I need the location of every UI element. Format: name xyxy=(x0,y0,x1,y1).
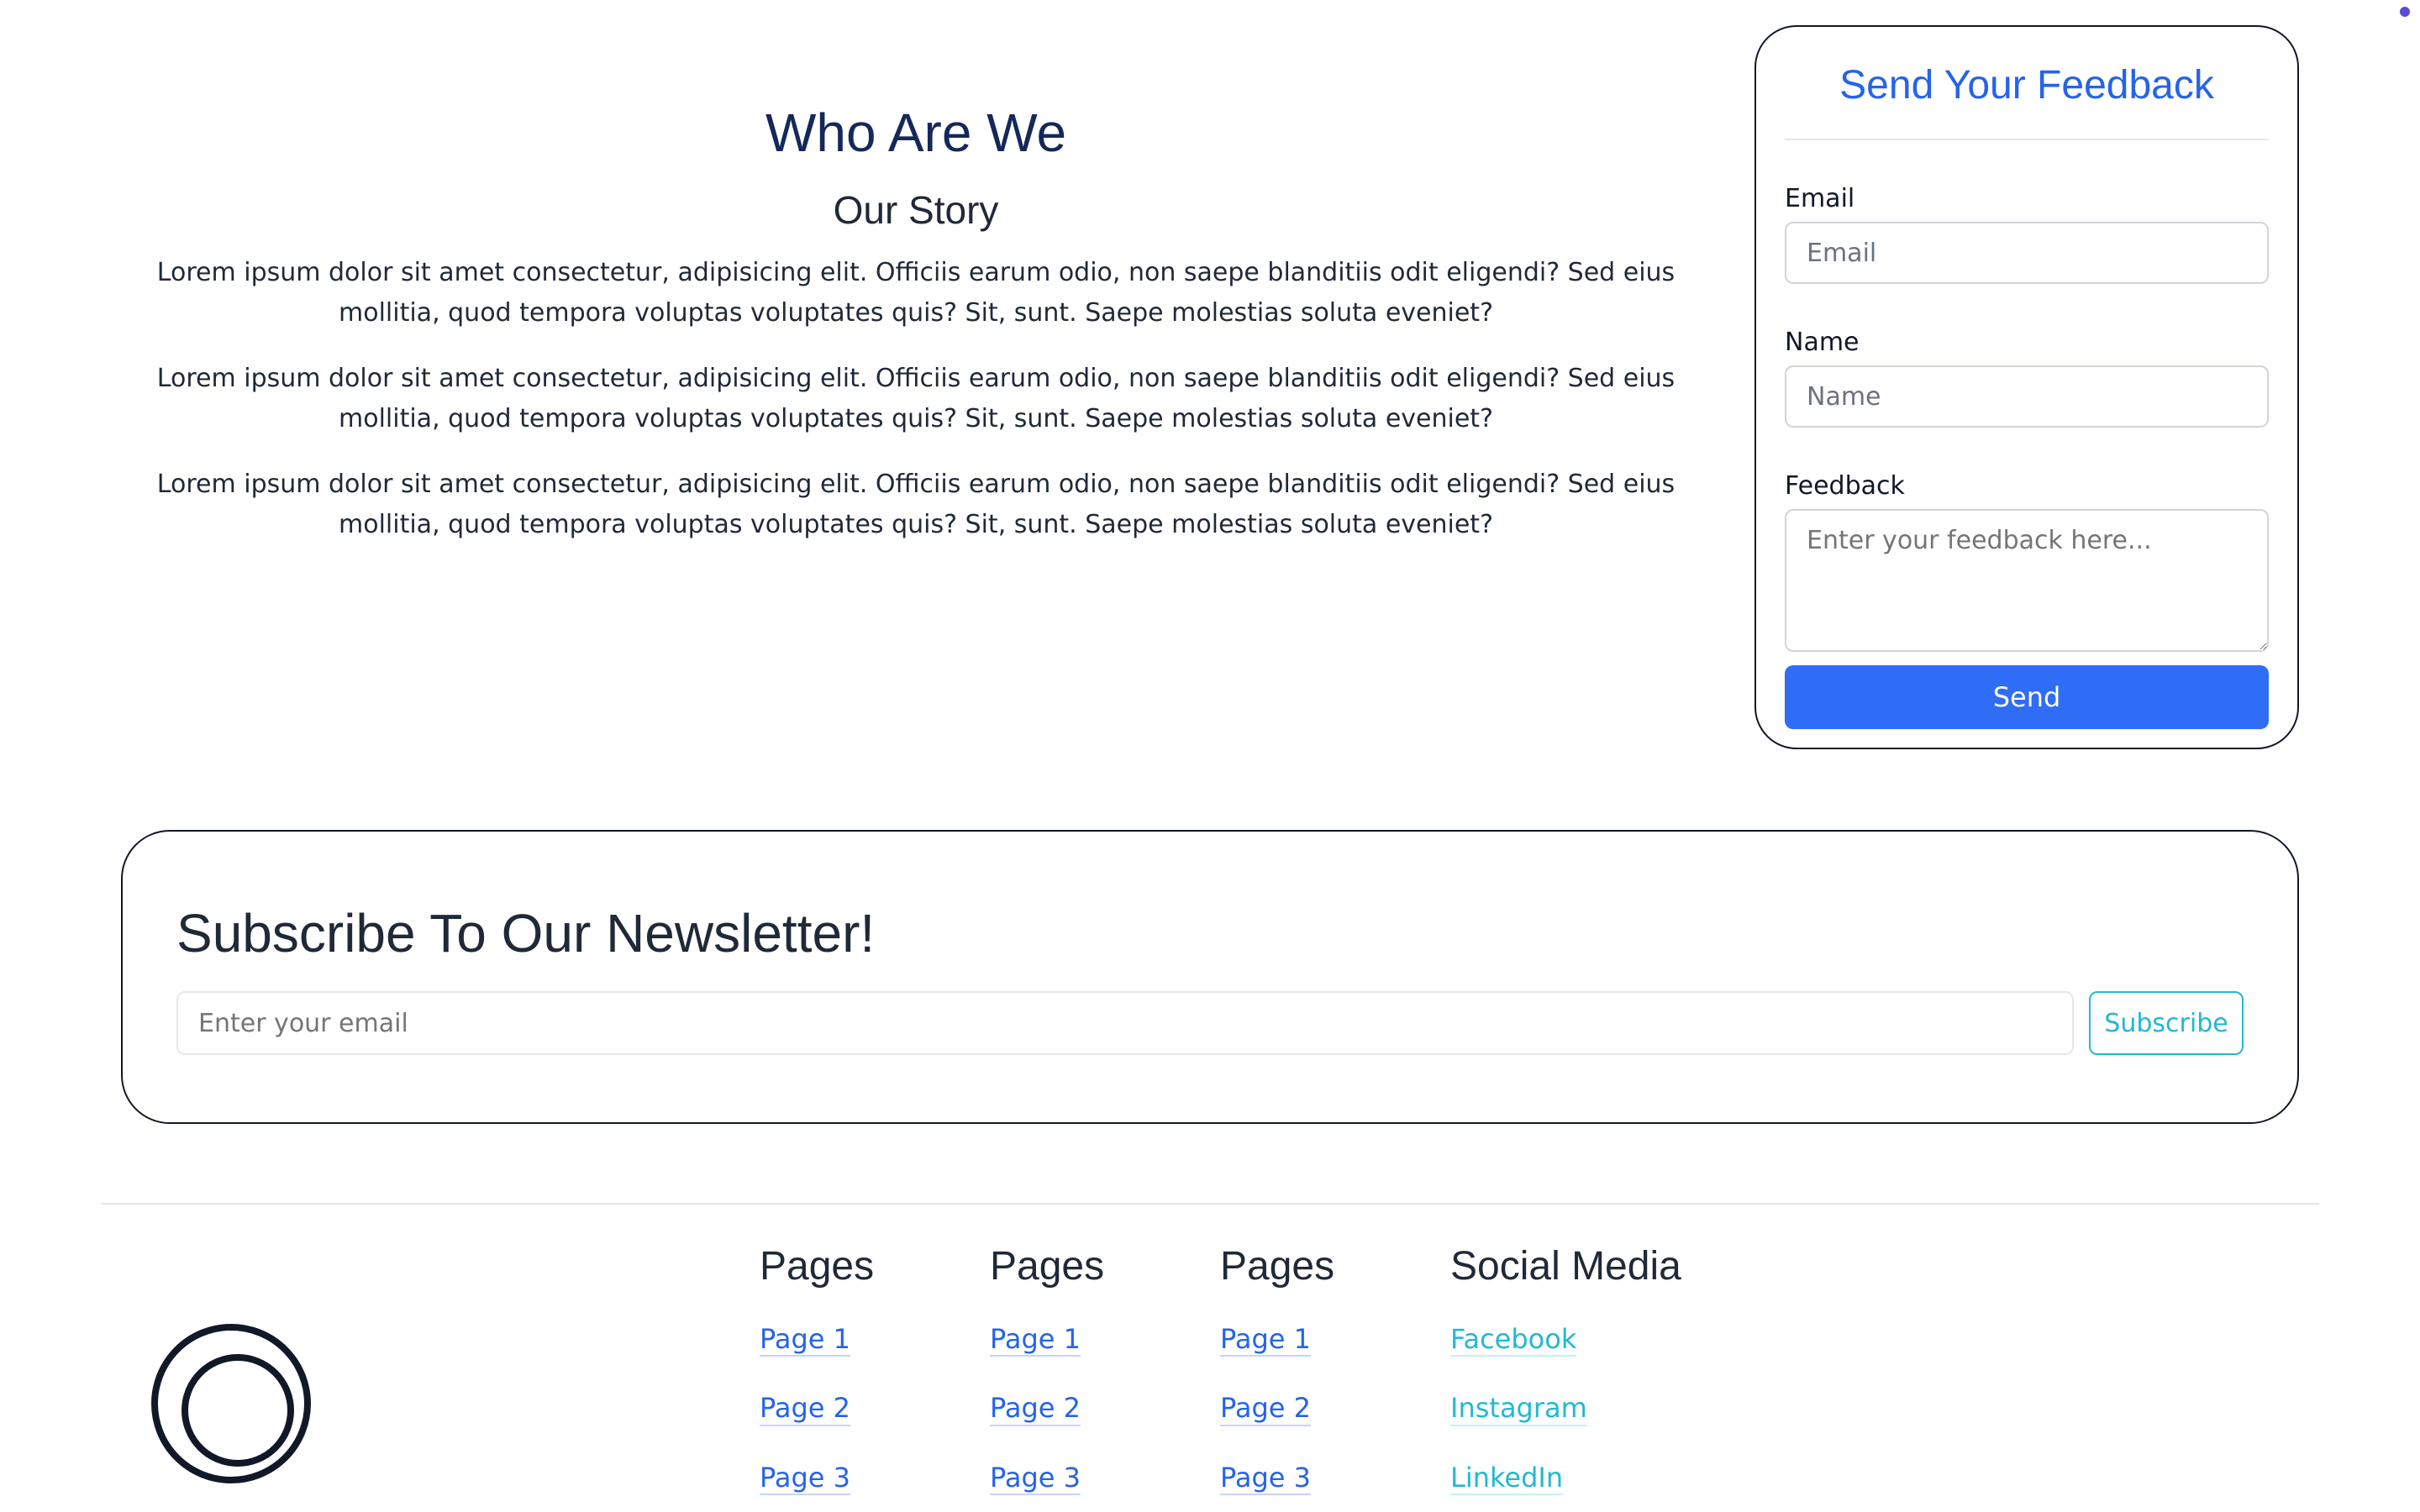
footer-heading-pages-2: Pages xyxy=(990,1244,1105,1289)
footer-link-page-2[interactable]: Page 2 xyxy=(990,1392,1081,1426)
newsletter-title: Subscribe To Our Newsletter! xyxy=(176,903,876,963)
newsletter-card: Subscribe To Our Newsletter! Subscribe xyxy=(121,830,2299,1124)
footer-link-page-3[interactable]: Page 3 xyxy=(990,1462,1081,1496)
instagram-link[interactable]: Instagram xyxy=(1450,1392,1587,1426)
footer-heading-social-media: Social Media xyxy=(1450,1244,1681,1289)
about-subtitle: Our Story xyxy=(833,187,999,232)
subscribe-button[interactable]: Subscribe xyxy=(2089,991,2244,1055)
email-field[interactable] xyxy=(1785,222,2269,284)
footer-link-page-1[interactable]: Page 1 xyxy=(760,1323,850,1357)
footer-heading-pages-1: Pages xyxy=(760,1244,875,1289)
footer-column-pages-1: Pages Page 1 Page 2 Page 3 xyxy=(760,1243,990,1512)
footer-divider xyxy=(101,1203,2319,1205)
footer-link-page-1[interactable]: Page 1 xyxy=(990,1323,1081,1357)
newsletter-email-input[interactable] xyxy=(176,991,2074,1055)
newsletter-form: Subscribe xyxy=(176,991,2244,1055)
about-paragraph-1: Lorem ipsum dolor sit amet consectetur, … xyxy=(156,257,1676,328)
feedback-label: Feedback xyxy=(1785,471,1905,501)
about-section: Who Are We Our Story Lorem ipsum dolor s… xyxy=(151,101,1681,570)
send-button[interactable]: Send xyxy=(1785,665,2269,729)
footer-heading-pages-3: Pages xyxy=(1220,1244,1335,1289)
concentric-circles-logo-icon xyxy=(151,1324,311,1483)
name-label: Name xyxy=(1785,328,1860,357)
footer-link-page-2[interactable]: Page 2 xyxy=(1220,1392,1311,1426)
footer-link-page-3[interactable]: Page 3 xyxy=(1220,1462,1311,1496)
footer-column-pages-2: Pages Page 1 Page 2 Page 3 xyxy=(990,1243,1220,1512)
name-field[interactable] xyxy=(1785,365,2269,428)
about-paragraph-3: Lorem ipsum dolor sit amet consectetur, … xyxy=(156,469,1676,539)
footer-link-page-1[interactable]: Page 1 xyxy=(1220,1323,1311,1357)
feedback-textarea[interactable] xyxy=(1785,509,2269,652)
email-label: Email xyxy=(1785,184,1855,213)
about-paragraph-2: Lorem ipsum dolor sit amet consectetur, … xyxy=(156,363,1676,433)
linkedin-link[interactable]: LinkedIn xyxy=(1450,1462,1564,1496)
feedback-card: Send Your Feedback Email Name Feedback S… xyxy=(1754,25,2299,749)
status-dot-icon xyxy=(2400,7,2410,17)
footer-link-page-3[interactable]: Page 3 xyxy=(760,1462,850,1496)
footer-column-social: Social Media Facebook Instagram LinkedIn xyxy=(1450,1243,1753,1512)
about-title: Who Are We xyxy=(765,102,1067,163)
feedback-title: Send Your Feedback xyxy=(1785,62,2269,140)
footer-column-pages-3: Pages Page 1 Page 2 Page 3 xyxy=(1220,1243,1450,1512)
footer-links: Pages Page 1 Page 2 Page 3 Pages Page 1 … xyxy=(760,1243,1753,1512)
page: Who Are We Our Story Lorem ipsum dolor s… xyxy=(0,0,2420,1512)
facebook-link[interactable]: Facebook xyxy=(1450,1323,1577,1357)
footer-link-page-2[interactable]: Page 2 xyxy=(760,1392,850,1426)
